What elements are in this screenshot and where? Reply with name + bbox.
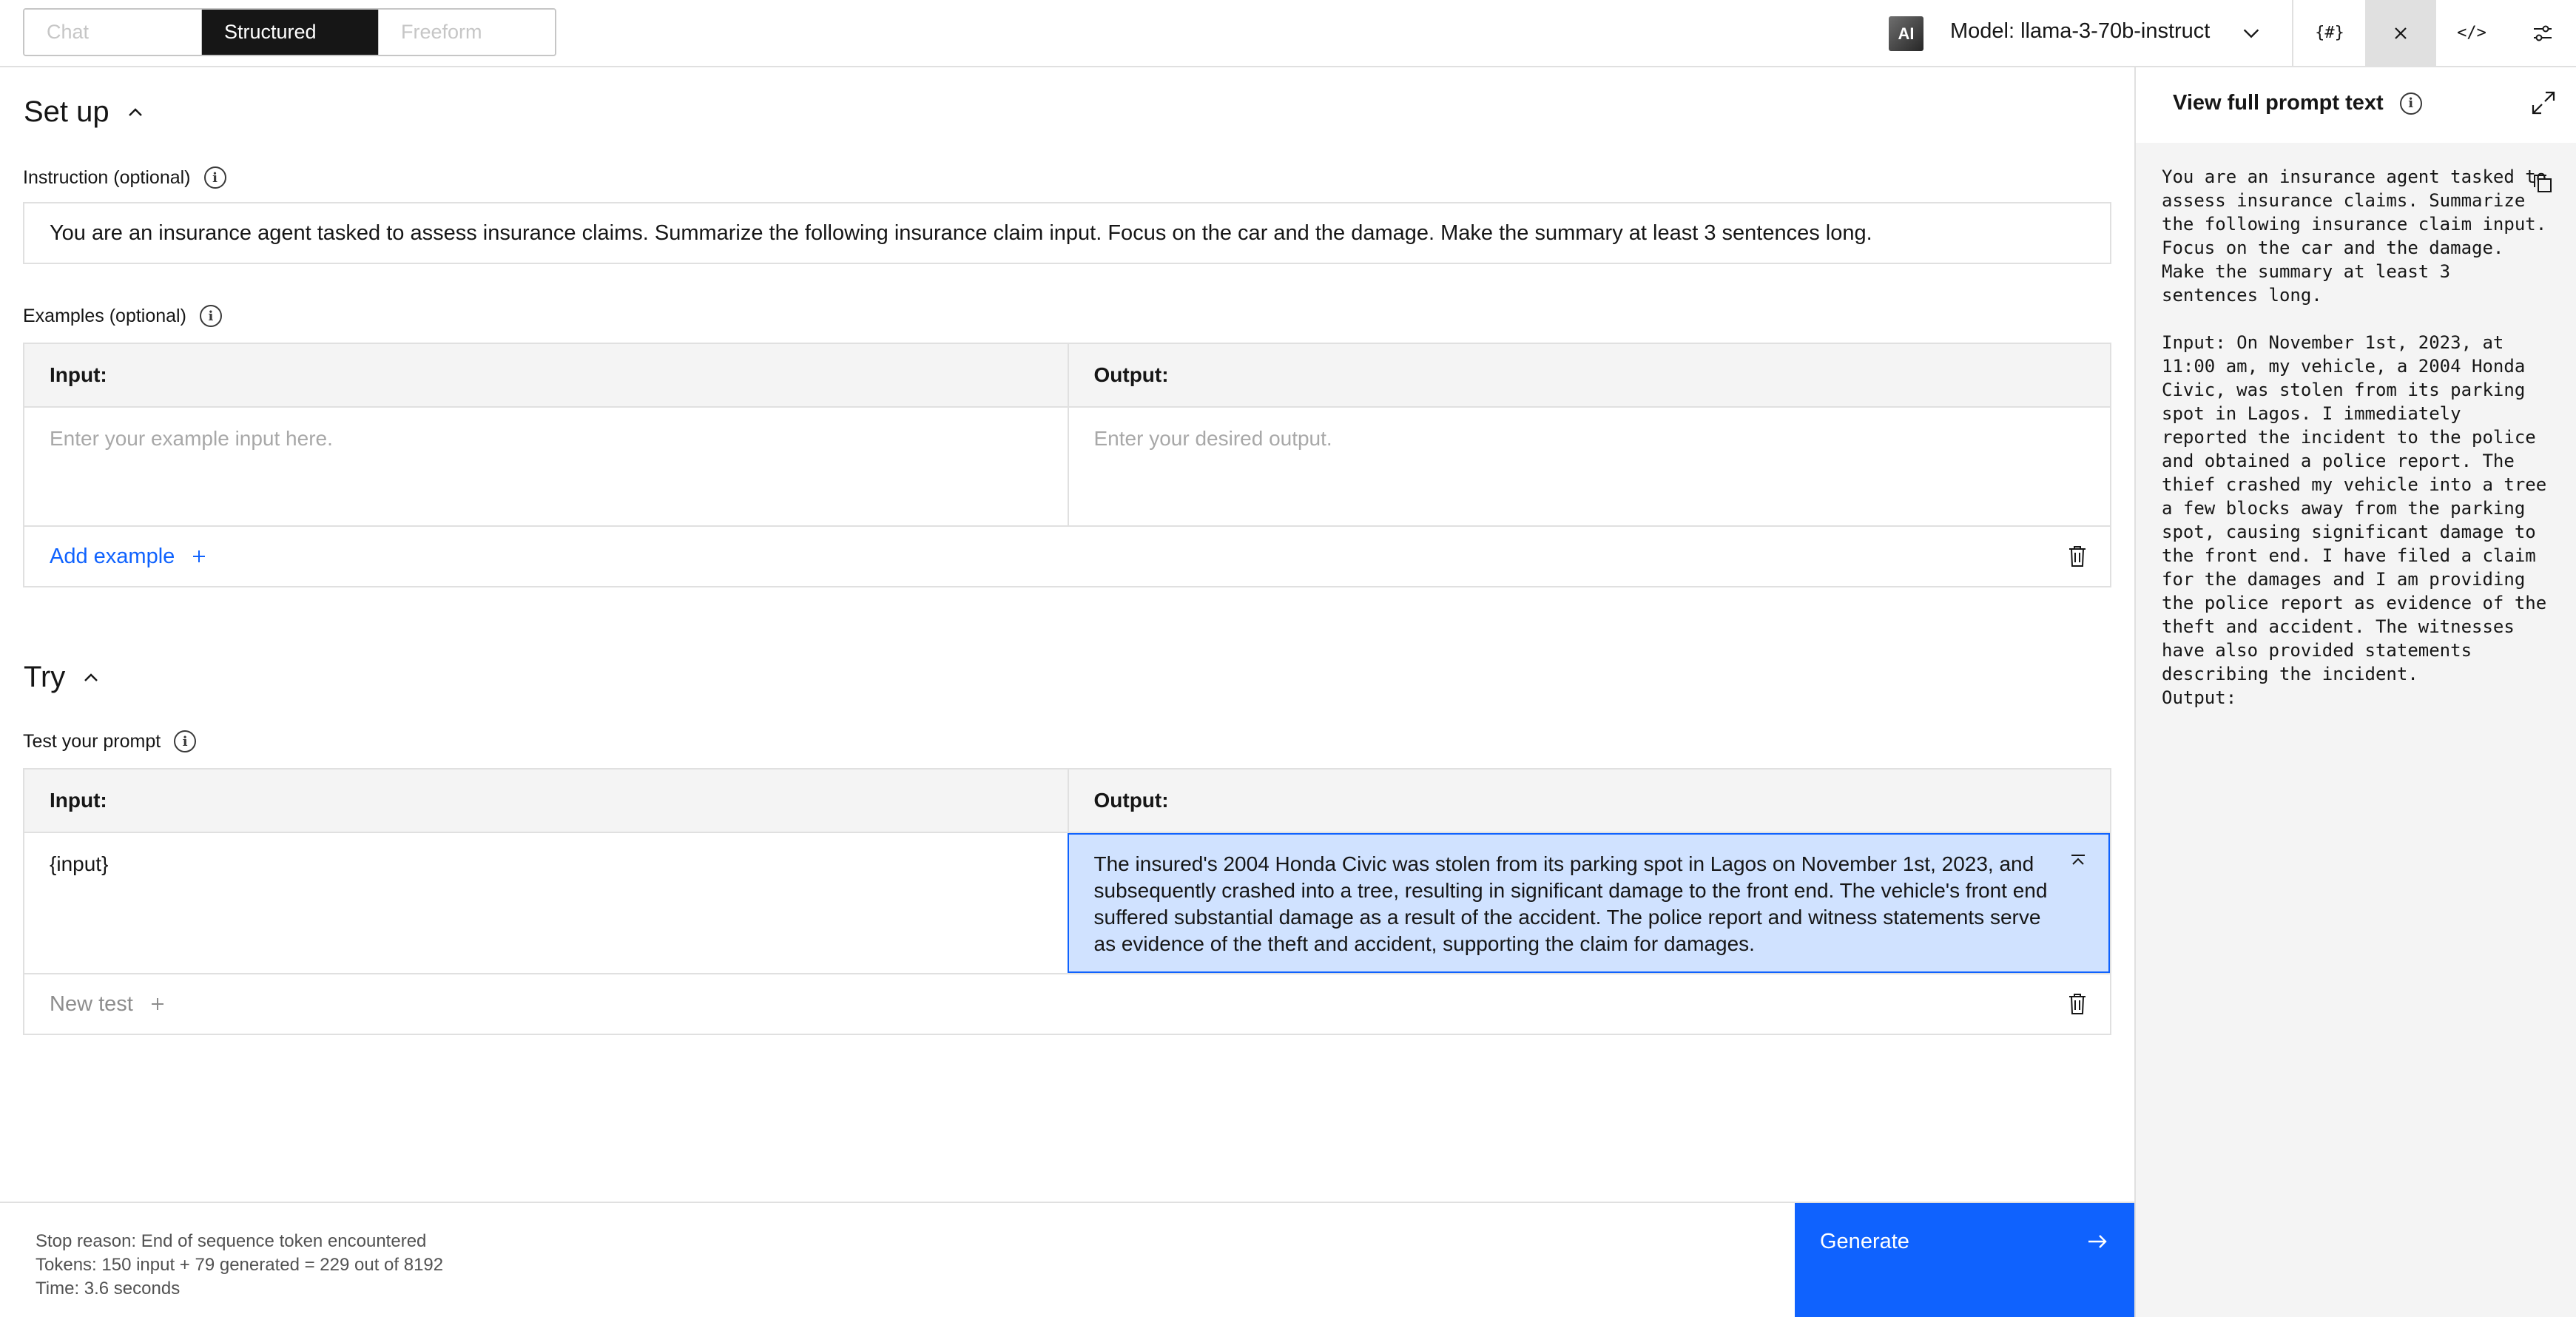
examples-input-header: Input: <box>50 363 107 386</box>
test-input-field[interactable]: {input} <box>24 833 1068 973</box>
chevron-down-icon[interactable] <box>2240 22 2262 44</box>
chevron-up-icon <box>84 673 98 681</box>
token-count: Tokens: 150 input + 79 generated = 229 o… <box>36 1255 444 1275</box>
test-input-header: Input: <box>50 789 107 812</box>
code-icon: </> <box>2457 24 2486 42</box>
tab-freeform[interactable]: Freeform <box>378 10 555 55</box>
test-table-footer: New test <box>24 974 2110 1034</box>
add-example-button[interactable]: Add example <box>50 545 207 569</box>
trash-icon[interactable] <box>2067 992 2088 1016</box>
generate-button[interactable]: Generate <box>1795 1203 2134 1317</box>
instruction-input[interactable]: You are an insurance agent tasked to ass… <box>23 202 2111 264</box>
panel-title-row: View full prompt text i <box>2173 91 2422 115</box>
test-output-header: Output: <box>1067 769 2111 832</box>
code-button[interactable]: </> <box>2436 0 2507 66</box>
chevron-up-icon <box>128 107 142 116</box>
examples-table-footer: Add example <box>24 527 2110 586</box>
examples-label: Examples (optional) <box>23 305 186 326</box>
variables-button[interactable]: {#} <box>2294 0 2365 66</box>
plus-icon <box>151 998 163 1010</box>
generation-time: Time: 3.6 seconds <box>36 1279 181 1299</box>
close-panel-button[interactable] <box>2365 0 2436 66</box>
info-icon[interactable]: i <box>199 305 222 327</box>
test-output-cell[interactable]: The insured's 2004 Honda Civic was stole… <box>1067 833 2110 973</box>
model-selector[interactable]: Model: llama-3-70b-instruct <box>1950 19 2210 44</box>
tab-structured[interactable]: Structured <box>201 10 378 55</box>
copy-icon[interactable] <box>2532 172 2554 195</box>
info-icon[interactable]: i <box>174 730 197 752</box>
generate-label: Generate <box>1820 1230 1909 1253</box>
new-test-button[interactable]: New test <box>50 992 166 1017</box>
full-prompt-text: You are an insurance agent tasked to ass… <box>2162 166 2547 708</box>
test-output-text: The insured's 2004 Honda Civic was stole… <box>1093 852 2048 955</box>
info-icon[interactable]: i <box>2399 92 2422 115</box>
info-icon[interactable]: i <box>203 166 226 189</box>
collapse-icon[interactable] <box>2068 852 2088 872</box>
instruction-label: Instruction (optional) <box>23 166 191 188</box>
panel-title: View full prompt text <box>2173 91 2384 115</box>
test-table-header: Input: Output: <box>24 769 2110 833</box>
new-test-label: New test <box>50 991 133 1016</box>
setup-title: Set up <box>24 95 109 128</box>
generation-stats: Stop reason: End of sequence token encou… <box>36 1230 443 1301</box>
examples-output-header: Output: <box>1067 344 2111 406</box>
expand-icon[interactable] <box>2530 90 2557 116</box>
trash-icon[interactable] <box>2067 545 2088 568</box>
variables-icon: {#} <box>2315 24 2344 42</box>
close-icon <box>2395 27 2407 39</box>
sliders-icon <box>2534 25 2552 41</box>
setup-section-header[interactable]: Set up <box>24 95 145 129</box>
examples-row: Enter your example input here. Enter you… <box>24 408 2110 527</box>
examples-table: Input: Output: Enter your example input … <box>23 343 2111 587</box>
prompt-text-panel: View full prompt text i You are an insur… <box>2134 67 2576 1317</box>
panel-header: View full prompt text i <box>2136 67 2576 143</box>
example-input-field[interactable]: Enter your example input here. <box>24 408 1068 525</box>
test-table: Input: Output: {input} The insured's 200… <box>23 768 2111 1035</box>
instruction-label-row: Instruction (optional) i <box>23 166 226 189</box>
settings-button[interactable] <box>2507 0 2576 66</box>
tab-chat[interactable]: Chat <box>24 10 201 55</box>
add-example-label: Add example <box>50 544 175 568</box>
main-area: Set up Instruction (optional) i You are … <box>0 67 2134 1202</box>
model-icon: AI <box>1889 16 1923 51</box>
examples-label-row: Examples (optional) i <box>23 305 222 327</box>
toolbar-divider <box>2292 0 2293 66</box>
examples-table-header: Input: Output: <box>24 344 2110 408</box>
stop-reason: Stop reason: End of sequence token encou… <box>36 1231 427 1251</box>
top-bar: Chat Structured Freeform AI Model: llama… <box>0 0 2576 67</box>
mode-switcher: Chat Structured Freeform <box>23 8 556 56</box>
arrow-right-icon <box>2088 1235 2107 1248</box>
try-title: Try <box>24 661 66 693</box>
test-row: {input} The insured's 2004 Honda Civic w… <box>24 833 2110 974</box>
try-section-header[interactable]: Try <box>24 661 101 694</box>
example-output-field[interactable]: Enter your desired output. <box>1067 408 2111 525</box>
plus-icon <box>193 550 206 562</box>
test-label: Test your prompt <box>23 730 161 752</box>
test-label-row: Test your prompt i <box>23 730 197 752</box>
